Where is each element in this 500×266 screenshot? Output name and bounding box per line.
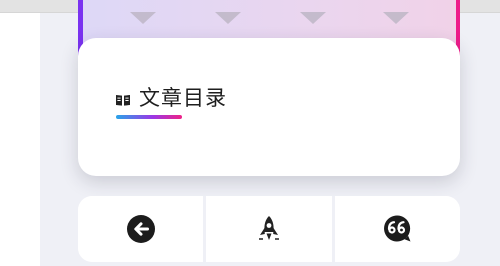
comments-button[interactable] [334, 196, 460, 262]
arrow-left-circle-icon [126, 214, 156, 244]
rocket-icon [257, 215, 281, 243]
banner-decoration [300, 12, 326, 24]
rocket-button[interactable] [206, 196, 335, 262]
toc-header: 文章目录 [116, 82, 227, 112]
banner-decoration [383, 12, 409, 24]
quote-bubble-icon [382, 214, 412, 244]
toc-title: 文章目录 [139, 86, 227, 110]
banner-decoration [130, 12, 156, 24]
banner-decoration [215, 12, 241, 24]
post-action-bar [78, 196, 460, 262]
toc-title-underline [116, 115, 182, 119]
book-icon [116, 91, 130, 106]
table-of-contents-card: 文章目录 [78, 38, 460, 176]
back-button[interactable] [78, 196, 207, 262]
